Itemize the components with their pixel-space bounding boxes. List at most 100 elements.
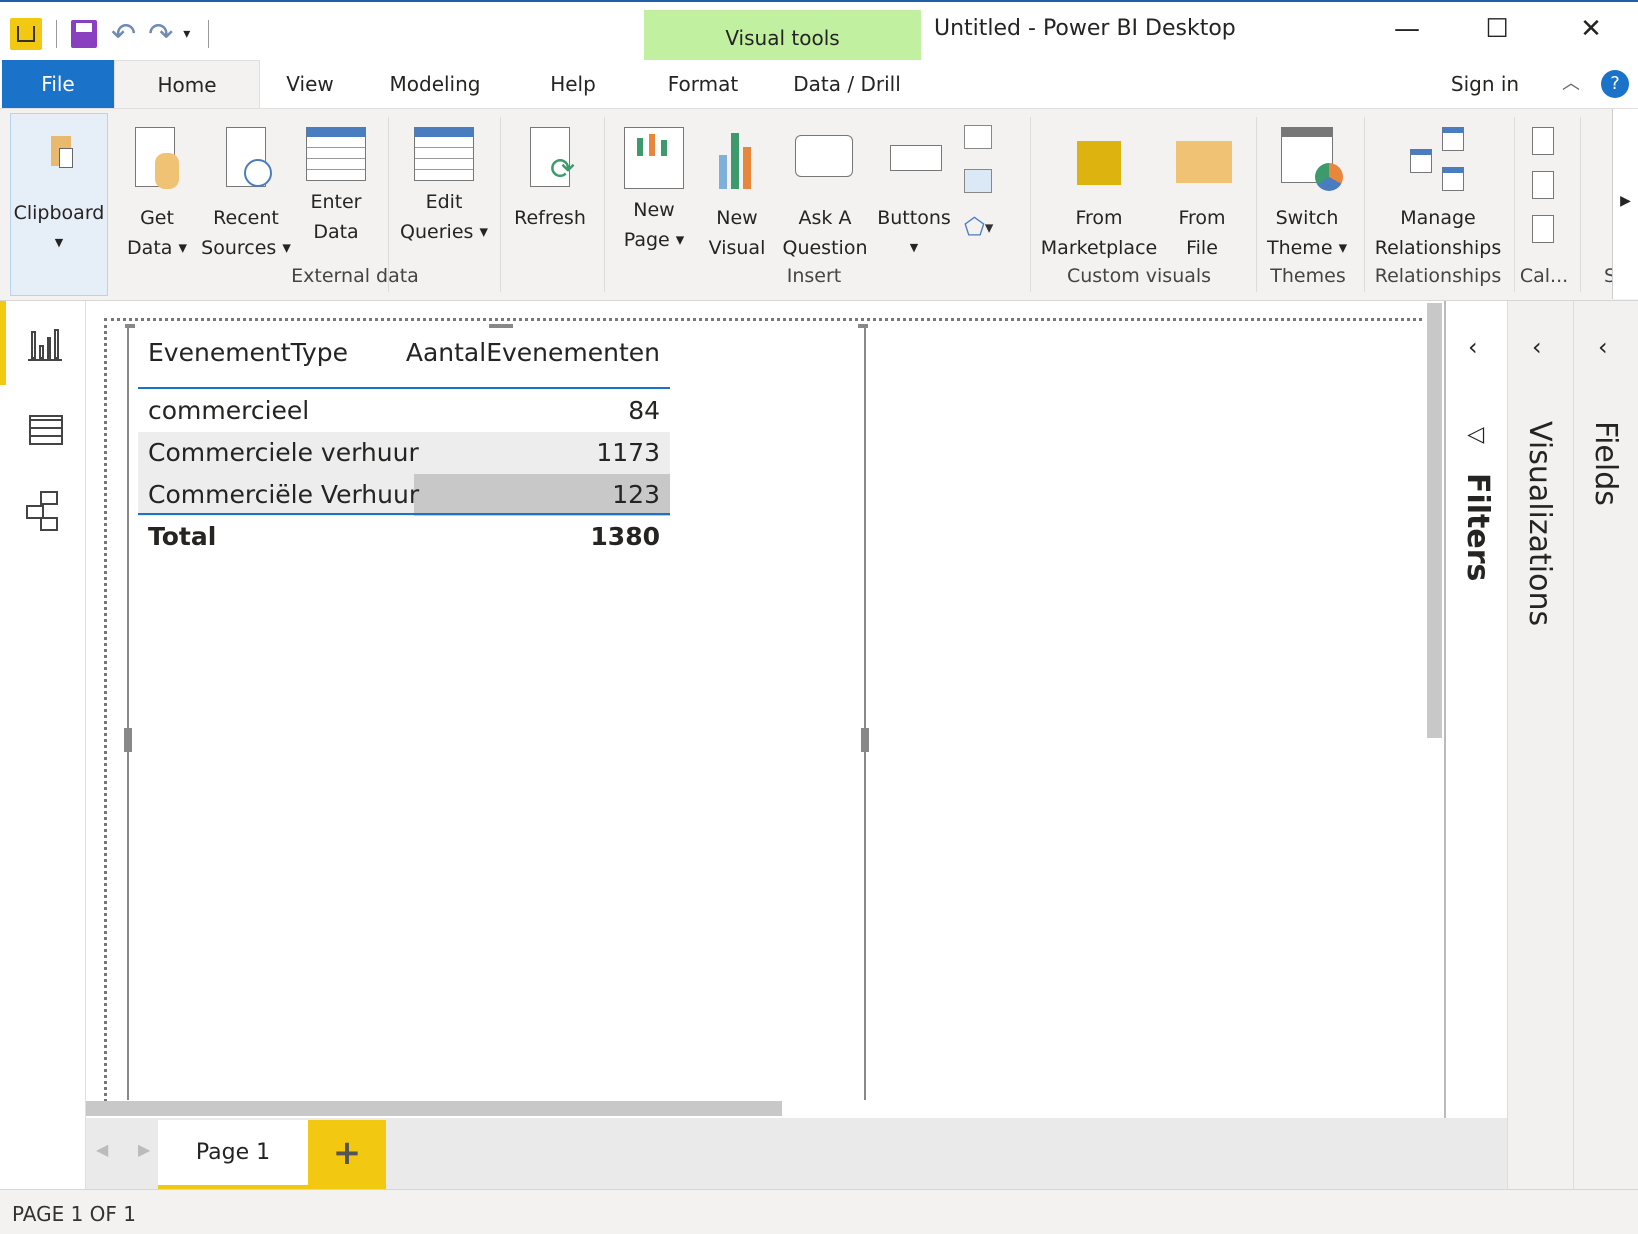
model-view-icon[interactable] [26,491,66,531]
speech-bubble-icon [795,127,855,197]
help-icon[interactable]: ? [1601,70,1629,98]
recent-sources-icon [216,127,276,197]
buttons-button[interactable]: Buttons ▼ [876,119,952,263]
cell-type: Commerciele verhuur [148,438,419,467]
powerbi-logo-icon [10,18,42,50]
from-marketplace-button[interactable]: From Marketplace [1038,119,1160,263]
maximize-button[interactable]: ☐ [1472,14,1522,44]
clipboard-button[interactable]: Clipboard ▼ [10,113,108,296]
cell-type: commercieel [148,396,310,425]
label: Ask A [798,207,852,229]
ask-question-button[interactable]: Ask A Question [780,119,870,263]
group-themes: Themes [1270,265,1346,287]
shapes-icon[interactable]: ⬠▼ [964,213,993,241]
save-icon[interactable] [71,20,97,48]
tab-file[interactable]: File [2,60,114,108]
visualizations-pane-collapsed[interactable]: ‹ Visualizations [1507,301,1573,1189]
fields-pane-collapsed[interactable]: ‹ Fields [1573,301,1638,1189]
expand-fields-icon[interactable]: ‹ [1598,333,1608,361]
tab-view[interactable]: View [280,60,340,108]
refresh-button[interactable]: ⟳ Refresh [510,119,590,233]
report-view-icon[interactable] [28,327,62,361]
label: Marketplace [1040,237,1158,259]
view-switcher [0,301,86,1189]
get-data-button[interactable]: Get Data ▼ [122,119,192,264]
refresh-icon: ⟳ [520,127,580,197]
tab-modeling[interactable]: Modeling [380,60,490,108]
label: Enter [310,191,362,213]
filters-label: Filters [1460,473,1495,582]
label: New [716,207,758,229]
minimize-button[interactable]: — [1382,14,1432,44]
horizontal-scrollbar[interactable] [86,1101,782,1116]
label: File [1186,237,1218,259]
close-button[interactable]: ✕ [1566,14,1616,44]
folder-icon [1172,127,1232,197]
tab-help[interactable]: Help [540,60,606,108]
tab-data-drill[interactable]: Data / Drill [782,60,912,108]
label: Recent [213,207,279,229]
clipboard-label: Clipboard [13,202,105,224]
resize-handle-right[interactable] [861,728,869,752]
page-tabs-bar: ◀ ▶ Page 1 + [86,1118,1507,1189]
from-file-button[interactable]: From File [1164,119,1240,263]
manage-relationships-button[interactable]: Manage Relationships [1370,119,1506,263]
active-indicator [0,301,6,385]
expand-filters-icon[interactable]: ‹ [1468,333,1478,361]
label: Refresh [514,207,586,229]
quick-measure-icon[interactable] [1532,215,1554,243]
expand-visualizations-icon[interactable]: ‹ [1532,333,1542,361]
new-page-icon [624,127,684,189]
cell-type: Commerciële Verhuur [148,480,420,509]
divider [208,20,210,48]
resize-handle-left[interactable] [124,728,132,752]
page-tab-page-1[interactable]: Page 1 [158,1120,308,1189]
filter-funnel-icon: ▽ [1463,427,1489,444]
ribbon-scroll-right[interactable]: ▶ [1612,109,1638,299]
label: Sources [201,237,277,259]
collapse-ribbon-icon[interactable]: ︿ [1556,60,1586,108]
cell-count: 123 [612,480,660,509]
edit-queries-button[interactable]: Edit Queries ▼ [396,119,492,248]
resize-handle-top[interactable] [489,324,513,328]
total-divider [138,513,670,515]
filters-pane-collapsed[interactable]: ‹ ▽ Filters [1444,301,1507,1189]
tab-home[interactable]: Home [114,60,260,108]
scroll-pages-left-icon[interactable]: ◀ [96,1140,108,1159]
image-icon[interactable] [964,169,992,193]
total-value: 1380 [590,522,660,551]
scroll-pages-right-icon[interactable]: ▶ [138,1140,150,1159]
fields-label: Fields [1588,421,1623,506]
column-header-evenementtype[interactable]: EvenementType [148,332,348,374]
redo-icon[interactable]: ↷ [148,17,173,52]
text-box-icon[interactable] [964,125,992,149]
new-page-button[interactable]: New Page ▼ [614,119,694,256]
data-view-icon[interactable] [29,415,63,445]
new-measure-icon[interactable] [1532,127,1554,155]
column-header-aantalevenementen[interactable]: AantalEvenementen [406,332,660,374]
add-page-button[interactable]: + [308,1120,386,1189]
vertical-scrollbar[interactable] [1427,303,1442,738]
customize-qat-icon[interactable]: ▾ [183,26,190,42]
table-row-selected[interactable]: Commerciële Verhuur 123 [138,474,670,516]
sign-in-link[interactable]: Sign in [1440,60,1530,108]
clipboard-icon [29,122,89,192]
recent-sources-button[interactable]: Recent Sources ▼ [200,119,292,264]
new-column-icon[interactable] [1532,171,1554,199]
table-row[interactable]: commercieel 84 [138,390,670,432]
group-relationships: Relationships [1374,265,1502,287]
group-insert: Insert [786,265,842,287]
group-external-data: External data [291,265,419,287]
label: Manage [1400,207,1476,229]
enter-data-button[interactable]: Enter Data [300,119,372,247]
quick-access-toolbar: ↶ ↷ ▾ [10,14,210,54]
theme-icon [1277,127,1343,197]
cell-count: 1173 [596,438,660,467]
switch-theme-button[interactable]: Switch Theme ▼ [1262,119,1352,264]
undo-icon[interactable]: ↶ [111,17,136,52]
tab-format[interactable]: Format [660,60,746,108]
table-total-row: Total 1380 [138,516,670,558]
new-visual-button[interactable]: New Visual [702,119,772,263]
label: Visual [708,237,766,259]
table-row[interactable]: Commerciele verhuur 1173 [138,432,670,474]
